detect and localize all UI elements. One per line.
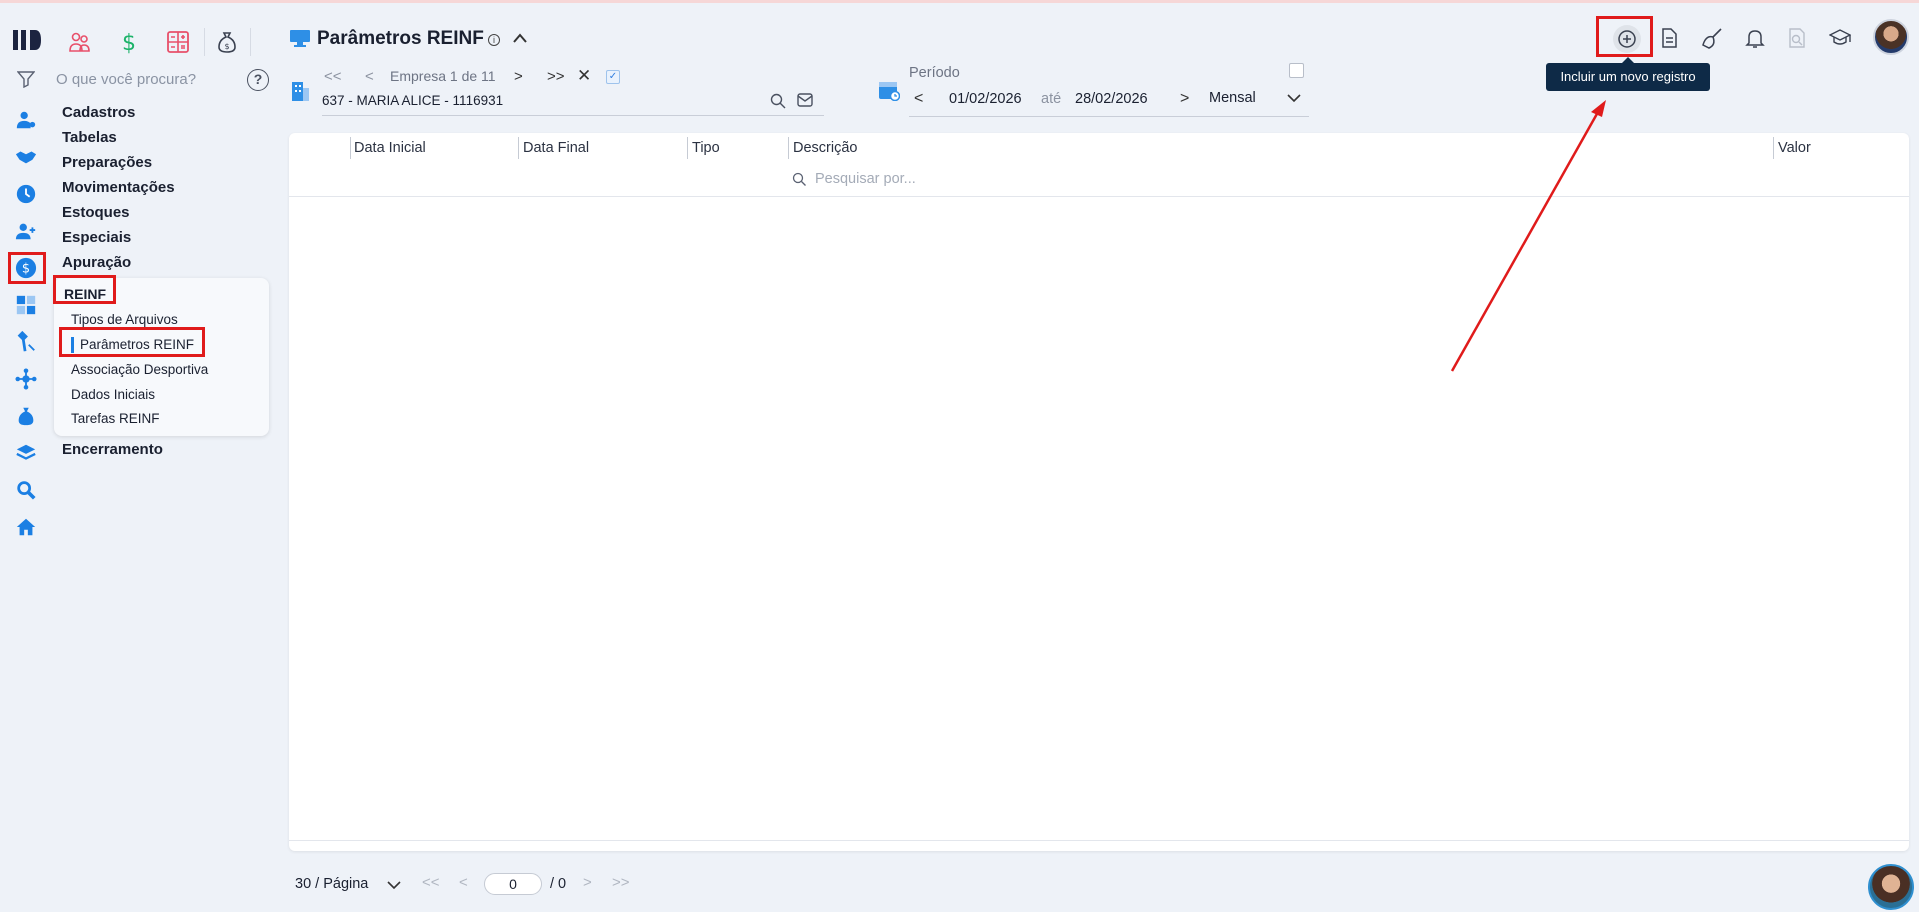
records-grid (289, 133, 1909, 851)
column-separator (350, 137, 351, 159)
last-empresa-button[interactable]: >> (547, 68, 565, 85)
grid-search-icon (792, 172, 806, 186)
page-title: Parâmetros REINF (317, 28, 484, 49)
grid-search-input[interactable]: Pesquisar por... (815, 171, 916, 187)
prev-page-button[interactable]: < (459, 874, 468, 891)
home-icon[interactable] (12, 513, 40, 541)
submenu-item-tipos-arquivos[interactable]: Tipos de Arquivos (71, 312, 178, 327)
empresa-checkbox[interactable]: ✓ (606, 70, 620, 84)
periodo-start-field[interactable]: 01/02/2026 (949, 91, 1022, 107)
help-icon[interactable]: ? (247, 69, 269, 91)
money-bag-rail-icon[interactable] (12, 402, 40, 430)
module-divider (204, 28, 205, 56)
menu-item-preparacoes[interactable]: Preparações (62, 154, 152, 171)
people-group-icon[interactable] (65, 28, 95, 56)
bell-icon[interactable] (1741, 24, 1769, 52)
document-icon[interactable] (1655, 24, 1683, 52)
last-page-button[interactable]: >> (612, 874, 630, 891)
current-page-input[interactable]: 0 (484, 873, 542, 895)
building-icon (292, 82, 309, 101)
network-icon[interactable] (12, 365, 40, 393)
empresa-underline (322, 115, 824, 116)
app-logo[interactable] (12, 26, 42, 54)
menu-item-encerramento[interactable]: Encerramento (62, 441, 163, 458)
column-header-descricao[interactable]: Descrição (793, 140, 857, 156)
first-empresa-button[interactable]: << (324, 68, 342, 85)
menu-item-apuracao[interactable]: Apuração (62, 254, 131, 271)
page-size-select[interactable]: 30 / Página (295, 876, 368, 892)
empresa-field[interactable]: 637 - MARIA ALICE - 1116931 (322, 93, 503, 108)
total-pages: / 0 (550, 876, 567, 892)
column-separator (518, 137, 519, 159)
next-page-button[interactable]: > (583, 874, 592, 891)
menu-item-estoques[interactable]: Estoques (62, 204, 130, 221)
chevron-up-icon[interactable] (512, 31, 528, 45)
column-header-valor[interactable]: Valor (1778, 140, 1811, 156)
column-header-data-final[interactable]: Data Final (523, 140, 589, 156)
top-accent-line (0, 0, 1919, 3)
layers-icon[interactable] (12, 439, 40, 467)
grid-footer-divider (289, 840, 1909, 841)
svg-text:$: $ (224, 42, 229, 51)
column-separator (788, 137, 789, 159)
mail-icon[interactable] (797, 93, 813, 107)
report-search-icon[interactable] (1783, 24, 1811, 52)
submenu-item-associacao-desportiva[interactable]: Associação Desportiva (71, 362, 208, 377)
periodo-checkbox[interactable] (1289, 63, 1304, 78)
chevron-down-icon[interactable] (387, 880, 401, 890)
search-icon[interactable] (770, 93, 786, 109)
rail-selection-highlight (8, 252, 46, 284)
module-divider (250, 28, 251, 56)
handshake-icon[interactable] (12, 143, 40, 171)
submenu-item-dados-iniciais[interactable]: Dados Iniciais (71, 387, 155, 402)
users-add-icon[interactable] (12, 217, 40, 245)
periodo-label: Período (909, 65, 960, 81)
grid-header-divider (289, 196, 1909, 197)
empresa-counter: Empresa 1 de 11 (390, 68, 496, 84)
prev-periodo-button[interactable]: < (914, 90, 923, 108)
left-rail: $ (0, 0, 52, 912)
menu-item-movimentacoes[interactable]: Movimentações (62, 179, 175, 196)
user-avatar[interactable] (1873, 19, 1909, 55)
calendar-icon (879, 82, 900, 101)
filter-icon[interactable] (17, 70, 35, 88)
menu-search-input[interactable]: O que você procura? (56, 71, 196, 88)
column-separator (687, 137, 688, 159)
periodo-separator: até (1041, 91, 1062, 107)
column-separator (1773, 137, 1774, 159)
next-periodo-button[interactable]: > (1180, 90, 1189, 108)
dollar-icon[interactable]: $ (114, 28, 144, 56)
highlight-box-reinf (53, 275, 116, 304)
menu-item-tabelas[interactable]: Tabelas (62, 129, 117, 146)
next-empresa-button[interactable]: > (514, 68, 523, 85)
calculator-icon[interactable] (163, 28, 193, 56)
highlight-box-add (1596, 16, 1653, 57)
calculator-grid-icon[interactable] (12, 291, 40, 319)
info-icon[interactable]: i (488, 34, 500, 46)
clock-icon[interactable] (12, 180, 40, 208)
prev-empresa-button[interactable]: < (365, 68, 374, 85)
periodo-mode-select[interactable]: Mensal (1209, 90, 1256, 106)
chevron-down-icon[interactable] (1287, 93, 1301, 103)
clear-empresa-icon[interactable]: ✕ (577, 66, 591, 86)
menu-item-cadastros[interactable]: Cadastros (62, 104, 135, 121)
tools-icon[interactable] (12, 328, 40, 356)
monitor-icon (290, 30, 310, 47)
highlight-box-parametros (59, 327, 205, 357)
first-page-button[interactable]: << (422, 874, 440, 891)
periodo-end-field[interactable]: 28/02/2026 (1075, 91, 1148, 107)
broom-icon[interactable] (1698, 24, 1726, 52)
money-bag-icon[interactable]: $ (212, 28, 242, 56)
periodo-underline (909, 116, 1309, 117)
column-header-data-inicial[interactable]: Data Inicial (354, 140, 426, 156)
submenu-item-tarefas-reinf[interactable]: Tarefas REINF (71, 411, 160, 426)
add-record-tooltip: Incluir um novo registro (1546, 63, 1710, 91)
menu-item-especiais[interactable]: Especiais (62, 229, 131, 246)
user-settings-icon[interactable] (12, 106, 40, 134)
svg-text:$: $ (122, 31, 136, 54)
magnifier-rail-icon[interactable] (12, 476, 40, 504)
graduation-cap-icon[interactable] (1826, 24, 1854, 52)
column-header-tipo[interactable]: Tipo (692, 140, 720, 156)
support-chat-avatar[interactable] (1868, 864, 1914, 910)
